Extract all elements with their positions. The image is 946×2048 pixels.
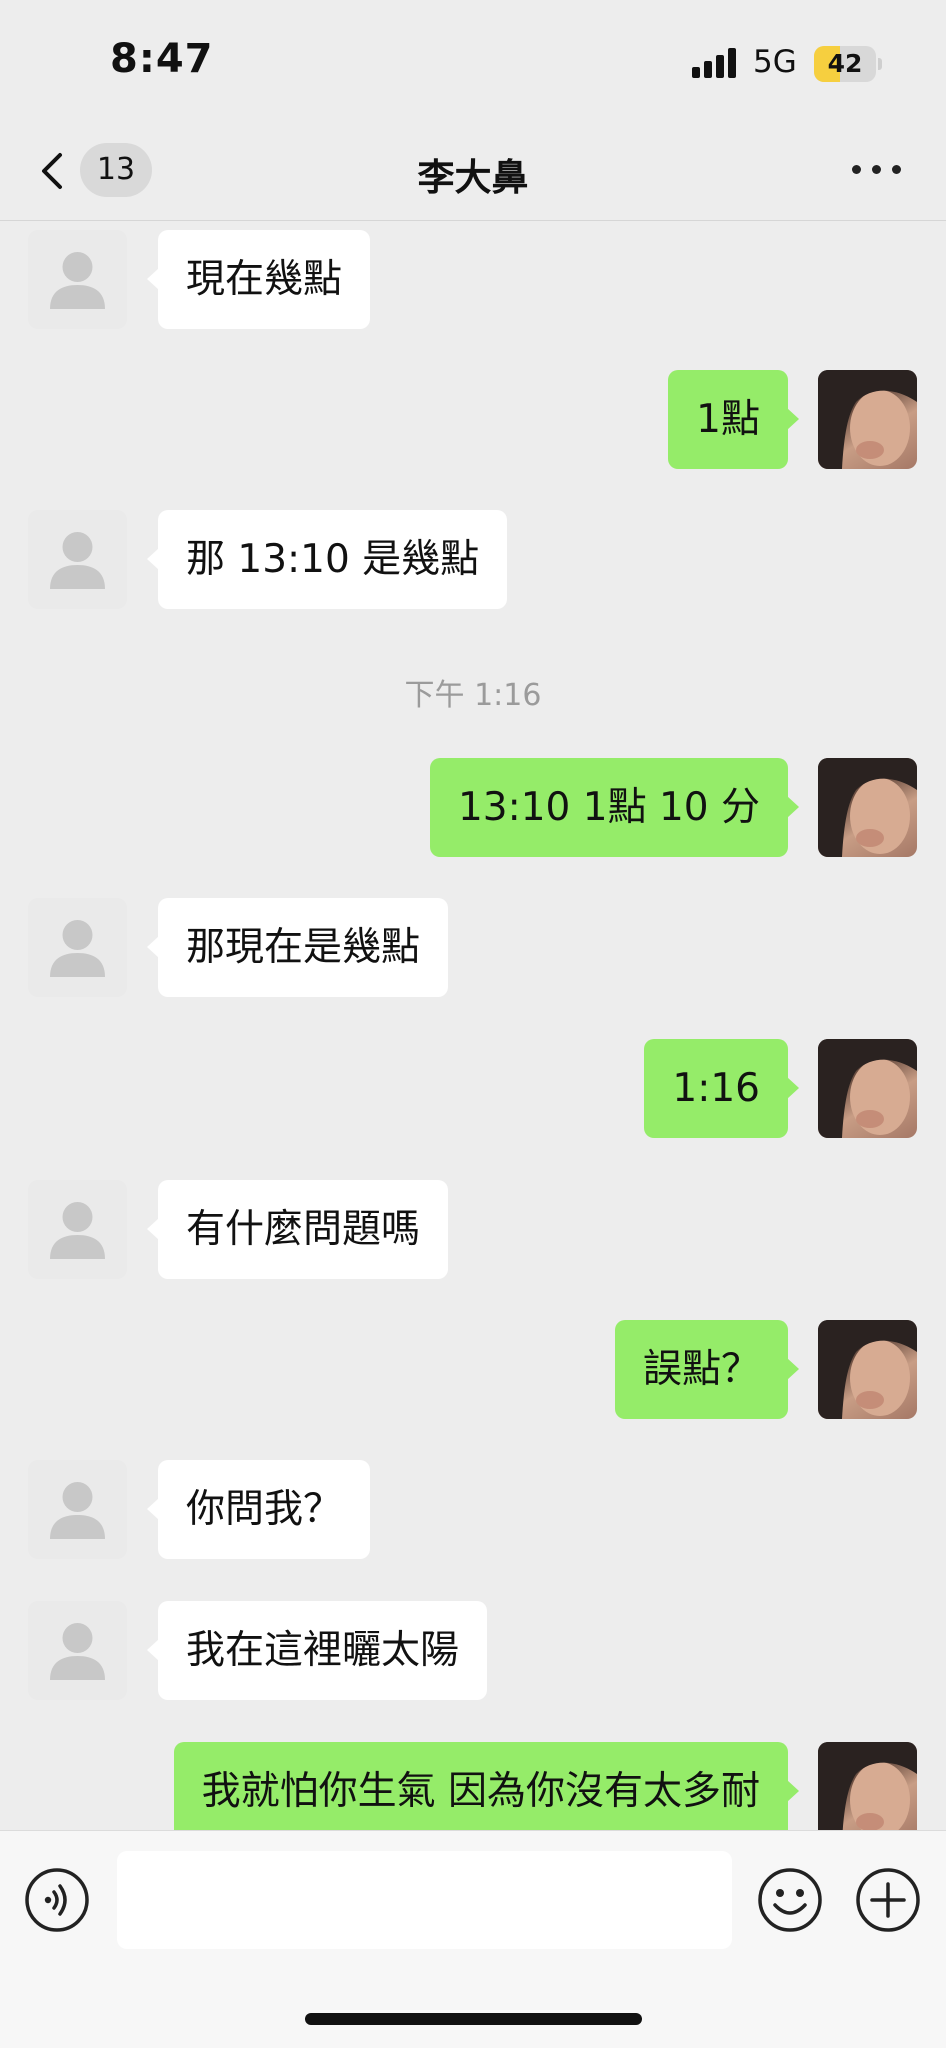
incoming-message[interactable]: 那 13:10 是幾點: [146, 510, 508, 609]
incoming-message[interactable]: 有什麼問題嗎: [146, 1180, 449, 1279]
outgoing-message[interactable]: 13:10 1點 10 分: [429, 758, 800, 857]
emoji-icon: [758, 1868, 822, 1932]
home-indicator[interactable]: [305, 2013, 642, 2025]
outgoing-message[interactable]: 我就怕你生氣 因為你沒有太多耐: [173, 1742, 800, 1830]
default-avatar-icon: [50, 1482, 105, 1539]
outgoing-message[interactable]: 1點: [668, 370, 799, 469]
more-actions-button[interactable]: [855, 1867, 921, 1933]
default-avatar-icon: [50, 920, 105, 977]
network-type: 5G: [753, 44, 797, 80]
profile-photo: [818, 758, 917, 857]
more-dots-icon: [852, 165, 861, 174]
incoming-message[interactable]: 你問我？: [146, 1460, 371, 1559]
contact-avatar[interactable]: [28, 898, 127, 997]
message-input[interactable]: [117, 1851, 732, 1949]
profile-photo: [818, 370, 917, 469]
default-avatar-icon: [50, 252, 105, 309]
more-options-button[interactable]: [852, 155, 902, 185]
plus-icon: [856, 1868, 920, 1932]
my-avatar[interactable]: [818, 1742, 917, 1830]
contact-avatar[interactable]: [28, 510, 127, 609]
incoming-message[interactable]: 那現在是幾點: [146, 898, 449, 997]
default-avatar-icon: [50, 1202, 105, 1259]
default-avatar-icon: [50, 532, 105, 589]
battery-level: 42: [827, 49, 863, 78]
profile-photo: [818, 1320, 917, 1419]
time-divider: 下午 1:16: [404, 678, 542, 713]
status-bar: 8:47 5G 42: [0, 0, 946, 125]
message-list[interactable]: 現在幾點 1點 那 13:10 是幾點 下午 1:16 13:10 1點 10 …: [0, 222, 946, 1830]
contact-avatar[interactable]: [28, 1601, 127, 1700]
contact-avatar[interactable]: [28, 1180, 127, 1279]
contact-avatar[interactable]: [28, 1460, 127, 1559]
my-avatar[interactable]: [818, 1039, 917, 1138]
signal-icon: [692, 48, 738, 78]
incoming-message[interactable]: 我在這裡曬太陽: [146, 1601, 488, 1700]
voice-button[interactable]: [24, 1867, 90, 1933]
contact-avatar[interactable]: [28, 230, 127, 329]
my-avatar[interactable]: [818, 758, 917, 857]
input-bar: [0, 1830, 946, 2048]
default-avatar-icon: [50, 1623, 105, 1680]
emoji-button[interactable]: [757, 1867, 823, 1933]
outgoing-message[interactable]: 1:16: [644, 1039, 799, 1138]
chat-header: 13 李大鼻: [0, 125, 946, 221]
profile-photo: [818, 1039, 917, 1138]
outgoing-message[interactable]: 誤點？: [614, 1320, 800, 1419]
my-avatar[interactable]: [818, 1320, 917, 1419]
chat-title: 李大鼻: [417, 156, 529, 199]
battery-icon: 42: [814, 46, 882, 82]
incoming-message[interactable]: 現在幾點: [146, 230, 371, 329]
voice-icon: [25, 1868, 89, 1932]
status-time: 8:47: [110, 36, 214, 82]
my-avatar[interactable]: [818, 370, 917, 469]
profile-photo: [818, 1742, 917, 1830]
